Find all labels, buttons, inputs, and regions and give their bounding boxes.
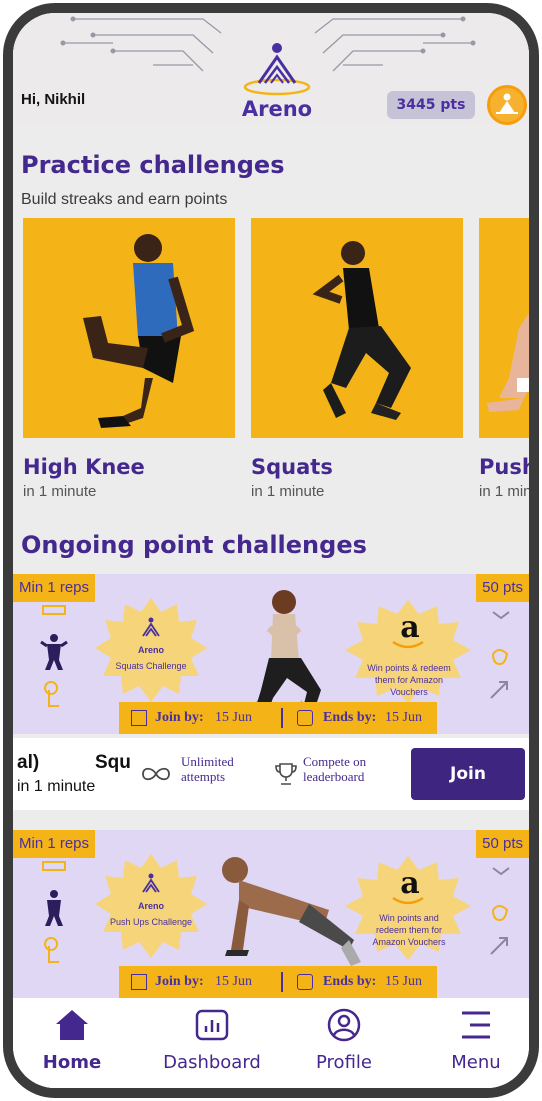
squats-challenge-banner[interactable]: Min 1 reps 50 pts Areno Squats Challenge: [13, 574, 529, 734]
nav-home-label: Home: [42, 1052, 102, 1073]
exercise-icons-left: [40, 605, 68, 707]
menu-icon: [462, 1011, 490, 1039]
high-knee-image[interactable]: [23, 218, 235, 438]
nav-dashboard[interactable]: Dashboard: [157, 1008, 267, 1073]
bottom-navigation: Home Dashboard Profile Menu: [13, 998, 529, 1088]
reward-text: Win points & redeem them for Amazon Vouc…: [367, 663, 451, 697]
ends-by-date: 15 Jun: [385, 710, 422, 725]
challenge-dates-bar: Join by: 15 Jun Ends by: 15 Jun: [119, 702, 437, 734]
points-tag: 50 pts: [476, 830, 529, 858]
exercise-icons-left: [42, 861, 66, 963]
logo-text: Areno: [241, 97, 313, 121]
nav-dashboard-label: Dashboard: [163, 1052, 261, 1073]
card-title-squats[interactable]: Squats: [251, 455, 333, 479]
join-by-label: Join by:: [155, 974, 204, 989]
challenge-info-row: al) Squ in 1 minute Unlimited attempts C…: [13, 738, 529, 810]
nav-menu[interactable]: Menu: [421, 1008, 529, 1073]
nav-home[interactable]: Home: [17, 1008, 127, 1073]
card-duration-squats: in 1 minute: [251, 483, 325, 500]
card-duration-high-knee: in 1 minute: [23, 483, 97, 500]
card-title-high-knee[interactable]: High Knee: [23, 455, 145, 479]
phone-frame: Hi, Nikhil Areno 3445 pts Practice chall…: [3, 3, 539, 1098]
clock-calendar-icon: [297, 710, 313, 726]
push-ups-challenge-banner[interactable]: Min 1 reps 50 pts Areno Push Ups Challen…: [13, 830, 529, 998]
join-by-label: Join by:: [155, 710, 204, 725]
ends-by-label: Ends by:: [323, 974, 377, 989]
nav-profile-label: Profile: [316, 1052, 372, 1073]
points-tag: 50 pts: [476, 574, 529, 602]
join-by-date: 15 Jun: [215, 974, 252, 989]
reward-text: Win points and redeem them for Amazon Vo…: [372, 913, 446, 947]
amazon-logo-letter: a: [400, 866, 420, 901]
dashboard-icon: [195, 1009, 229, 1041]
nav-menu-label: Menu: [451, 1052, 501, 1073]
logo-icon: [243, 43, 311, 96]
meditation-avatar-icon[interactable]: [487, 85, 527, 125]
points-badge: 3445 pts: [387, 91, 475, 119]
clock-calendar-icon: [297, 974, 313, 990]
calendar-icon: [131, 710, 147, 726]
challenge-dates-bar: Join by: 15 Jun Ends by: 15 Jun: [119, 966, 437, 998]
dates-divider: [281, 708, 283, 728]
challenge-name-partial: al): [17, 752, 40, 773]
exercise-icons-right: [490, 611, 510, 699]
card-title-push-ups[interactable]: Push-: [479, 455, 529, 479]
challenge-name: Push Ups Challenge: [109, 917, 193, 927]
challenge-duration: in 1 minute: [17, 778, 96, 795]
ongoing-title: Ongoing point challenges: [21, 531, 367, 559]
challenge-name-partial-2: Squ: [95, 752, 131, 773]
join-button[interactable]: Join: [411, 748, 525, 800]
nav-profile[interactable]: Profile: [289, 1008, 399, 1073]
push-ups-image[interactable]: [479, 218, 529, 438]
dates-divider: [281, 972, 283, 992]
ends-by-label: Ends by:: [323, 710, 377, 725]
greeting-text: Hi, Nikhil: [21, 91, 86, 108]
unlimited-attempts-text: Unlimited attempts: [181, 754, 234, 784]
app-header: Hi, Nikhil Areno 3445 pts: [13, 13, 529, 125]
join-by-date: 15 Jun: [215, 710, 252, 725]
card-duration-push-ups: in 1 min: [479, 483, 529, 500]
exercise-icons-right: [490, 867, 510, 955]
home-icon: [56, 1010, 88, 1040]
squats-image[interactable]: [251, 218, 463, 438]
amazon-logo-letter: a: [400, 610, 420, 645]
practice-title: Practice challenges: [21, 151, 285, 179]
practice-subtitle: Build streaks and earn points: [21, 191, 228, 208]
min-reps-tag: Min 1 reps: [13, 830, 96, 858]
app-screen: Hi, Nikhil Areno 3445 pts Practice chall…: [13, 13, 529, 1088]
challenge-name: Squats Challenge: [115, 661, 187, 671]
ends-by-date: 15 Jun: [385, 974, 422, 989]
profile-icon: [327, 1008, 361, 1042]
badge-logo-text: Areno: [137, 645, 164, 655]
trophy-icon: [275, 763, 297, 785]
calendar-icon: [131, 974, 147, 990]
compete-leaderboard-text: Compete on leaderboard: [303, 754, 367, 784]
min-reps-tag: Min 1 reps: [13, 574, 96, 602]
badge-logo-text: Areno: [137, 901, 164, 911]
infinity-icon: [142, 767, 170, 781]
app-logo[interactable]: Areno: [235, 37, 319, 125]
